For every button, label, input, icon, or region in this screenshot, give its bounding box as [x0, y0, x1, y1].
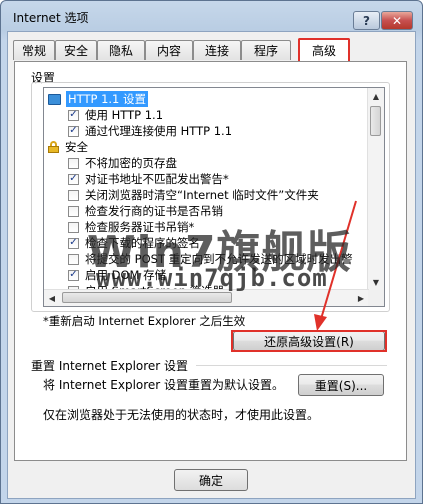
- tab-advanced[interactable]: 高级: [298, 38, 350, 61]
- internet-options-window: Internet 选项 ? ✕ 常规 安全 隐私 内容 连接 程序 高级 设置 …: [0, 0, 423, 504]
- annotation-arrow-icon: [314, 200, 357, 331]
